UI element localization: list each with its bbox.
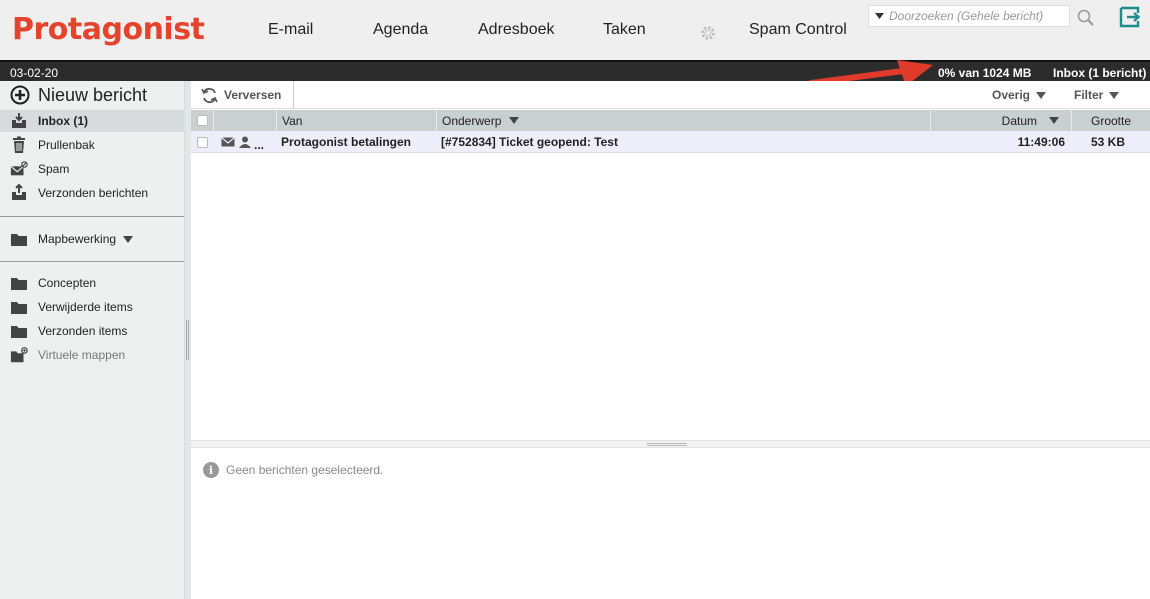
nav-email[interactable]: E-mail [268,21,313,39]
folder-icon [11,302,27,314]
trash-icon [13,136,25,153]
sidebar-divider [0,216,184,217]
splitter-handle[interactable] [647,443,687,446]
more-icon[interactable]: ... [254,134,264,156]
nav-addressbook[interactable]: Adresboek [478,21,555,39]
search-scope-dropdown[interactable] [869,6,889,26]
info-icon: i [203,462,219,478]
nav-agenda[interactable]: Agenda [373,21,428,39]
filter-label: Filter [1074,88,1104,102]
row-select-cell [191,131,213,153]
brand-logo[interactable]: Protagonist [12,12,205,47]
sidebar-item-label: Virtuele mappen [38,348,126,362]
preview-empty-text: Geen berichten geselecteerd. [226,463,384,477]
contact-icon [239,131,251,153]
logout-icon[interactable] [1119,6,1141,28]
status-date: 03-02-20 [10,66,59,80]
table-row[interactable]: ... Protagonist betalingen [#752834] Tic… [191,131,1150,153]
more-dropdown[interactable]: Overig [992,88,1047,102]
sidebar-item-inbox[interactable]: Inbox (1) [0,110,184,132]
plus-circle-icon [10,85,30,105]
column-subject-label: Onderwerp [442,113,502,128]
folder-icon [11,234,27,246]
message-subject: [#752834] Ticket geopend: Test [441,135,618,149]
column-size-label: Grootte [1090,113,1132,128]
inbox-icon [12,113,26,128]
new-message-label: Nieuw bericht [38,84,148,105]
search-input[interactable] [889,9,1064,23]
sidebar-item-spam[interactable]: Spam [0,158,184,180]
sidebar-item-drafts[interactable]: Concepten [0,272,184,294]
column-date-label: Datum [1001,113,1037,128]
sidebar-item-label: Inbox (1) [38,114,88,128]
folder-edit-dropdown[interactable]: Mapbewerking [0,228,184,250]
preview-empty-state: i Geen berichten geselecteerd. [203,462,383,478]
sidebar-item-deleted-items[interactable]: Verwijderde items [0,296,184,318]
column-from-label: Van [282,113,303,128]
filter-dropdown[interactable]: Filter [1074,88,1120,102]
caret-down-icon [1036,91,1047,99]
sidebar-item-sent[interactable]: Verzonden berichten [0,182,184,204]
message-toolbar: Verversen Overig Filter [191,81,1150,109]
sidebar-item-label: Concepten [38,276,97,290]
new-message-button[interactable]: Nieuw bericht [10,83,147,107]
nav-spam-control[interactable]: Spam Control [749,21,847,39]
column-date[interactable]: Datum [930,110,1071,131]
folder-edit-label: Mapbewerking [38,232,117,246]
message-date: 11:49:06 [1017,135,1065,149]
sort-caret-icon [509,117,520,124]
column-from[interactable]: Van [276,110,436,131]
refresh-label: Verversen [224,88,282,102]
refresh-button[interactable]: Verversen [191,81,294,109]
status-folder-count: Inbox (1 bericht) [1053,66,1147,80]
search-icon[interactable] [1076,8,1096,28]
sent-icon [12,184,26,200]
caret-down-icon [1109,91,1120,99]
search-box [868,5,1070,27]
sidebar-item-label: Verwijderde items [38,300,133,314]
sidebar-item-virtual-folders[interactable]: Virtuele mappen [0,344,184,366]
virtual-folder-icon [10,347,28,363]
sidebar-resize-grip[interactable] [186,320,189,360]
message-list-header: Van Onderwerp Datum Grootte [191,110,1150,131]
sidebar-item-label: Prullenbak [38,138,95,152]
envelope-icon [221,131,235,153]
sort-caret-icon [1049,117,1059,124]
caret-down-icon [123,235,134,243]
message-from: Protagonist betalingen [281,135,412,149]
spam-icon [10,161,28,176]
sidebar-item-label: Verzonden items [38,324,128,338]
folder-icon [11,326,27,338]
caret-down-icon [874,13,884,19]
status-quota: 0% van 1024 MB [938,66,1032,80]
refresh-icon [201,87,218,103]
sidebar: Nieuw bericht Inbox (1) Prullenbak Spam [0,81,184,599]
sidebar-item-trash[interactable]: Prullenbak [0,134,184,156]
column-size[interactable]: Grootte [1071,110,1150,131]
sidebar-item-sent-items[interactable]: Verzonden items [0,320,184,342]
message-size: 53 KB [1090,135,1125,149]
column-subject[interactable]: Onderwerp [436,110,930,131]
status-bar: 03-02-20 0% van 1024 MB Inbox (1 bericht… [0,60,1150,81]
app-header: Protagonist E-mail Agenda Adresboek Take… [0,0,1150,60]
select-all-checkbox[interactable] [196,115,208,126]
flags-column-header [213,110,276,131]
select-all-cell [191,110,213,131]
sidebar-divider [0,261,184,262]
sidebar-item-label: Spam [38,162,70,176]
row-checkbox[interactable] [196,136,208,148]
preview-splitter[interactable] [191,440,1150,448]
more-label: Overig [992,88,1031,102]
gear-icon[interactable] [698,23,718,43]
folder-icon [11,278,27,290]
nav-tasks[interactable]: Taken [603,21,646,39]
sidebar-item-label: Verzonden berichten [38,186,149,200]
